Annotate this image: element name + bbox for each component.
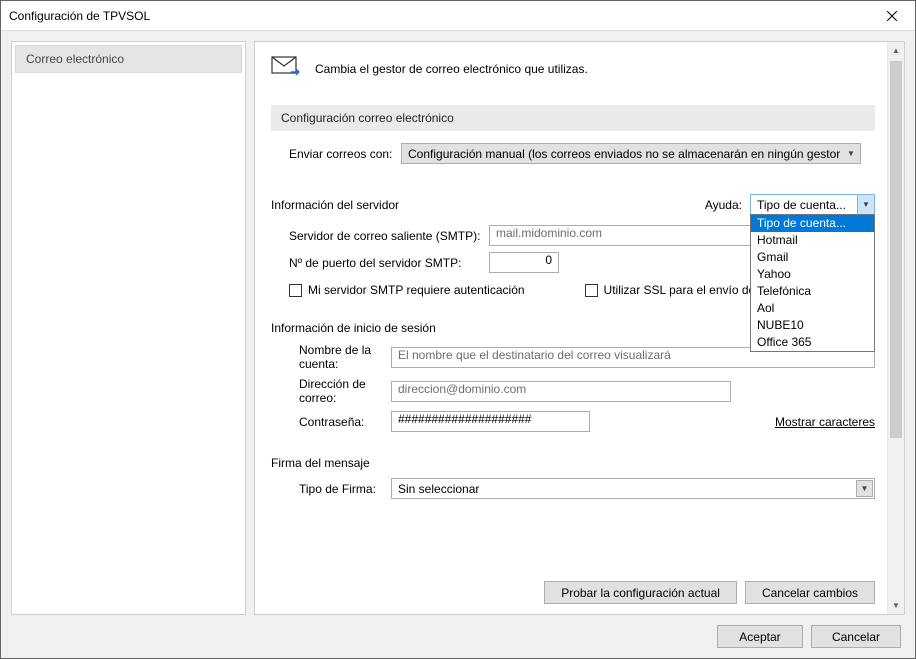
- close-button[interactable]: [869, 1, 915, 31]
- help-combo-wrap: Tipo de cuenta... ▼ Tipo de cuenta... Ho…: [750, 194, 875, 215]
- help-option-aol[interactable]: Aol: [751, 300, 874, 317]
- help-option-tipo[interactable]: Tipo de cuenta...: [751, 215, 874, 232]
- smtp-port-input[interactable]: 0: [489, 252, 559, 273]
- show-characters-link[interactable]: Mostrar caracteres: [775, 415, 875, 429]
- inner-buttons: Probar la configuración actual Cancelar …: [271, 571, 875, 604]
- signature-type-select[interactable]: Sin seleccionar ▼: [391, 478, 875, 499]
- test-config-label: Probar la configuración actual: [561, 586, 720, 600]
- help-option-nube10[interactable]: NUBE10: [751, 317, 874, 334]
- cancel-button[interactable]: Cancelar: [811, 625, 901, 648]
- window-body: Correo electrónico Cambia el gestor: [1, 31, 915, 658]
- scroll-thumb[interactable]: [890, 61, 902, 438]
- auth-checkbox-label: Mi servidor SMTP requiere autenticación: [308, 283, 525, 297]
- help-option-gmail[interactable]: Gmail: [751, 249, 874, 266]
- section-email-config: Configuración correo electrónico: [271, 105, 875, 131]
- signature-type-label: Tipo de Firma:: [271, 482, 391, 496]
- chevron-down-icon: ▼: [843, 145, 858, 162]
- cancel-changes-button[interactable]: Cancelar cambios: [745, 581, 875, 604]
- chevron-down-icon: ▼: [856, 480, 873, 497]
- signature-type-row: Tipo de Firma: Sin seleccionar ▼: [271, 478, 875, 499]
- scroll-down-arrow-icon[interactable]: ▼: [888, 597, 904, 614]
- help-combo-value: Tipo de cuenta...: [757, 198, 846, 212]
- scroll-track[interactable]: [888, 59, 904, 597]
- account-name-label: Nombre de la cuenta:: [271, 343, 391, 371]
- auth-checkbox-group[interactable]: Mi servidor SMTP requiere autenticación: [289, 283, 525, 297]
- help-option-telefonica[interactable]: Telefónica: [751, 283, 874, 300]
- ssl-checkbox[interactable]: [585, 284, 598, 297]
- help-dropdown: Tipo de cuenta... Hotmail Gmail Yahoo Te…: [750, 214, 875, 352]
- help-label: Ayuda:: [705, 198, 742, 212]
- sidebar-item-email[interactable]: Correo electrónico: [15, 45, 242, 73]
- sidebar: Correo electrónico: [11, 41, 246, 615]
- signature-type-value: Sin seleccionar: [398, 482, 479, 496]
- signature-title: Firma del mensaje: [271, 456, 875, 470]
- send-with-row: Enviar correos con: Configuración manual…: [271, 143, 875, 164]
- scroll-up-arrow-icon[interactable]: ▲: [888, 42, 904, 59]
- content-pane: Cambia el gestor de correo electrónico q…: [254, 41, 905, 615]
- chevron-down-icon: ▼: [857, 195, 874, 214]
- header-description: Cambia el gestor de correo electrónico q…: [315, 62, 588, 76]
- smtp-server-label: Servidor de correo saliente (SMTP):: [289, 229, 489, 243]
- password-input[interactable]: ####################: [391, 411, 590, 432]
- email-row: Dirección de correo: direccion@dominio.c…: [271, 377, 875, 405]
- titlebar: Configuración de TPVSOL: [1, 1, 915, 31]
- server-info-header: Información del servidor Ayuda: Tipo de …: [271, 194, 875, 215]
- help-group: Ayuda: Tipo de cuenta... ▼ Tipo de cuent…: [705, 194, 875, 215]
- smtp-port-label: Nº de puerto del servidor SMTP:: [289, 256, 489, 270]
- config-window: Configuración de TPVSOL Correo electróni…: [0, 0, 916, 659]
- email-label: Dirección de correo:: [271, 377, 391, 405]
- sidebar-item-label: Correo electrónico: [26, 52, 124, 66]
- help-option-yahoo[interactable]: Yahoo: [751, 266, 874, 283]
- envelope-icon: [271, 56, 301, 81]
- server-info-title: Información del servidor: [271, 198, 399, 212]
- test-config-button[interactable]: Probar la configuración actual: [544, 581, 737, 604]
- vertical-scrollbar[interactable]: ▲ ▼: [887, 42, 904, 614]
- password-label: Contraseña:: [271, 415, 391, 429]
- ok-label: Aceptar: [739, 630, 780, 644]
- help-combo[interactable]: Tipo de cuenta... ▼: [750, 194, 875, 215]
- footer-buttons: Aceptar Cancelar: [11, 615, 905, 650]
- ok-button[interactable]: Aceptar: [717, 625, 803, 648]
- cancel-changes-label: Cancelar cambios: [762, 586, 858, 600]
- content: Cambia el gestor de correo electrónico q…: [255, 42, 887, 614]
- help-option-hotmail[interactable]: Hotmail: [751, 232, 874, 249]
- cancel-label: Cancelar: [832, 630, 880, 644]
- content-header: Cambia el gestor de correo electrónico q…: [271, 56, 875, 81]
- email-input[interactable]: direccion@dominio.com: [391, 381, 731, 402]
- section-title: Configuración correo electrónico: [281, 111, 454, 125]
- columns: Correo electrónico Cambia el gestor: [11, 41, 905, 615]
- send-with-value: Configuración manual (los correos enviad…: [408, 147, 843, 161]
- auth-checkbox[interactable]: [289, 284, 302, 297]
- window-title: Configuración de TPVSOL: [9, 9, 150, 23]
- send-with-select[interactable]: Configuración manual (los correos enviad…: [401, 143, 861, 164]
- password-row: Contraseña: #################### Mostrar…: [271, 411, 875, 432]
- send-with-label: Enviar correos con:: [289, 147, 401, 161]
- help-option-office365[interactable]: Office 365: [751, 334, 874, 351]
- close-icon: [887, 11, 897, 21]
